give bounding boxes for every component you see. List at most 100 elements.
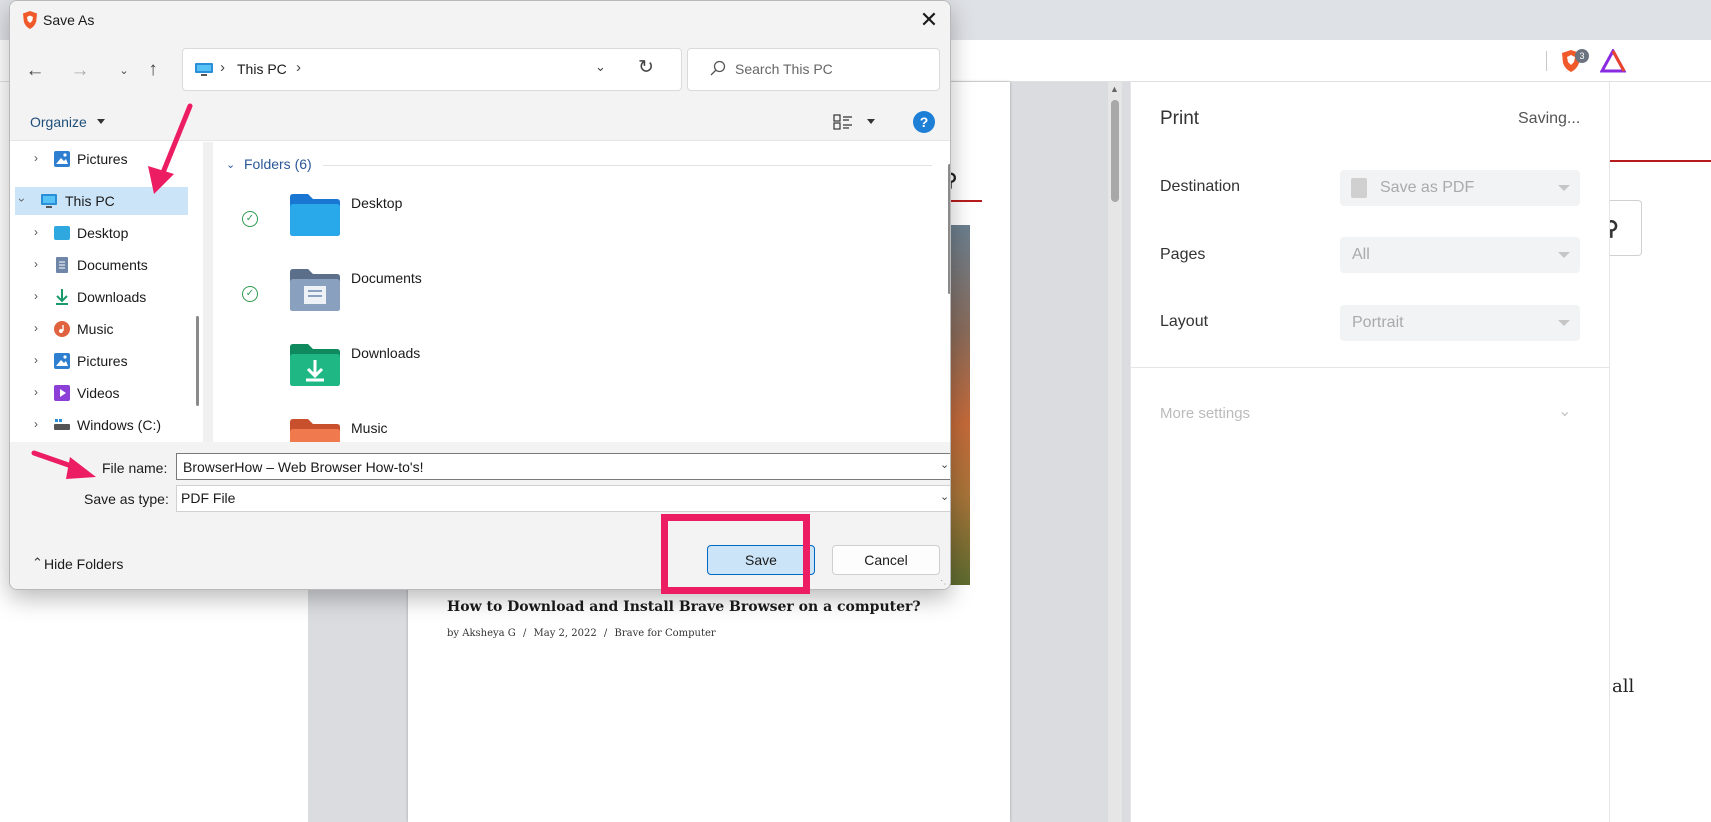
sidebar-item-label: Windows (C:) [77, 417, 162, 433]
drive-icon [54, 419, 70, 430]
up-arrow-icon[interactable]: ↑ [140, 57, 166, 83]
layout-select[interactable]: Portrait [1340, 305, 1580, 341]
sidebar-item-label: Pictures [77, 353, 128, 369]
pictures-icon [54, 151, 70, 167]
chevron-down-icon[interactable]: ⌄ [940, 458, 949, 471]
file-list-scroll-thumb[interactable] [948, 164, 950, 294]
sidebar-item-pictures[interactable]: › Pictures [10, 347, 184, 376]
chevron-right-icon[interactable]: › [34, 225, 38, 239]
more-settings-toggle[interactable]: More settings [1160, 405, 1250, 422]
sidebar-item-downloads[interactable]: › Downloads [10, 283, 184, 312]
dropdown-caret-icon [1558, 252, 1570, 258]
dropdown-caret-icon [1558, 185, 1570, 191]
breadcrumb-separator[interactable]: › [220, 59, 225, 76]
file-name-input[interactable] [176, 453, 950, 480]
preview-scroll-thumb[interactable] [1111, 100, 1119, 202]
chevron-down-icon[interactable]: ⌄ [1558, 401, 1571, 421]
brave-logo-icon [23, 11, 37, 29]
folders-group-header[interactable]: Folders (6) [244, 156, 312, 172]
folder-label: Documents [351, 270, 422, 286]
recent-locations-chevron-icon[interactable]: ⌄ [111, 58, 137, 84]
refresh-icon[interactable]: ↻ [638, 56, 654, 79]
brave-rewards-icon[interactable] [1600, 49, 1626, 73]
chevron-right-icon[interactable]: › [34, 321, 38, 335]
resize-grip-icon[interactable]: ⋱ [940, 579, 950, 589]
music-icon [54, 321, 70, 337]
downloads-icon [56, 289, 68, 305]
search-icon [710, 60, 726, 76]
sidebar-item-label: Downloads [77, 289, 147, 305]
pages-select[interactable]: All [1340, 237, 1580, 273]
scroll-up-arrow-icon[interactable]: ▲ [1110, 84, 1119, 94]
sidebar-item-windows-c[interactable]: › Windows (C:) [10, 411, 184, 440]
chevron-right-icon[interactable]: › [34, 353, 38, 367]
organize-button[interactable]: Organize [30, 114, 87, 130]
sidebar-item-desktop[interactable]: › Desktop [10, 219, 184, 248]
back-arrow-icon[interactable]: ← [22, 58, 48, 84]
folder-label: Downloads [351, 345, 421, 361]
chevron-right-icon[interactable]: › [34, 257, 38, 271]
destination-select[interactable]: Save as PDF [1340, 170, 1580, 206]
help-button[interactable]: ? [913, 111, 935, 133]
view-options-icon[interactable] [833, 113, 853, 131]
sidebar-item-label: This PC [65, 193, 115, 209]
save-button-highlight-box [661, 514, 810, 594]
layout-label: Layout [1160, 313, 1209, 330]
chevron-down-icon[interactable]: › [15, 198, 29, 202]
sidebar-item-label: Videos [77, 385, 120, 401]
breadcrumb-separator[interactable]: › [296, 59, 301, 76]
folder-item-desktop[interactable]: ✓ Desktop [226, 191, 526, 261]
chevron-down-icon[interactable]: ⌄ [595, 59, 606, 75]
chevron-right-icon[interactable]: › [34, 289, 38, 303]
search-input[interactable] [735, 58, 925, 80]
sidebar-item-documents[interactable]: › Documents [10, 251, 184, 280]
chevron-down-icon[interactable]: ⌄ [226, 158, 235, 171]
preview-article-title: How to Download and Install Brave Browse… [447, 599, 921, 615]
chevron-right-icon[interactable]: › [34, 385, 38, 399]
dialog-title-bar [10, 1, 950, 39]
folder-label: Music [351, 420, 388, 436]
meta-category: Brave for Computer [614, 628, 716, 639]
folder-label: Desktop [351, 195, 403, 211]
cancel-button[interactable]: Cancel [832, 545, 940, 575]
organize-dropdown-icon[interactable] [97, 119, 105, 124]
sidebar-item-label: Pictures [77, 151, 128, 167]
print-status: Saving... [1518, 110, 1581, 127]
print-title: Print [1160, 108, 1200, 129]
close-icon[interactable]: ✕ [915, 7, 943, 33]
hide-folders-button[interactable]: Hide Folders [44, 556, 123, 572]
folder-item-downloads[interactable]: Downloads [226, 341, 526, 411]
meta-author: by Aksheya G [447, 628, 516, 639]
destination-value: Save as PDF [1380, 179, 1475, 196]
dialog-title: Save As [43, 12, 95, 28]
sidebar-item-music[interactable]: › Music [10, 315, 184, 344]
forward-arrow-icon[interactable]: → [67, 58, 93, 84]
sidebar-item-label: Music [77, 321, 114, 337]
desktop-folder-icon [290, 194, 340, 236]
folder-item-documents[interactable]: ✓ Documents [226, 266, 526, 336]
save-as-type-select[interactable]: PDF File [176, 485, 950, 512]
sidebar-item-label: Desktop [77, 225, 129, 241]
destination-label: Destination [1160, 178, 1241, 195]
breadcrumb-this-pc[interactable]: This PC [237, 61, 287, 77]
chevron-up-icon[interactable]: ⌃ [32, 555, 43, 571]
pages-value: All [1352, 246, 1370, 263]
pdf-document-icon [1351, 178, 1367, 198]
chevron-right-icon[interactable]: › [34, 151, 38, 165]
nav-scroll-thumb[interactable] [196, 316, 199, 406]
pane-splitter[interactable] [203, 142, 213, 442]
save-as-dialog: Save As ✕ ← → ⌄ ↑ › This PC › ⌄ ↻ Organi… [9, 0, 951, 590]
chevron-right-icon[interactable]: › [34, 417, 38, 431]
view-dropdown-icon[interactable] [867, 119, 875, 124]
documents-folder-icon [290, 269, 340, 311]
chevron-down-icon[interactable]: ⌄ [940, 490, 949, 503]
sync-check-icon: ✓ [242, 286, 258, 302]
sync-check-icon: ✓ [242, 211, 258, 227]
folder-item-music[interactable]: Music [226, 416, 526, 442]
sidebar-item-videos[interactable]: › Videos [10, 379, 184, 408]
meta-separator: / [603, 628, 608, 639]
pictures-icon [54, 353, 70, 369]
print-panel-divider [1131, 367, 1609, 368]
save-as-type-label: Save as type: [84, 491, 169, 507]
music-folder-icon [290, 419, 340, 442]
